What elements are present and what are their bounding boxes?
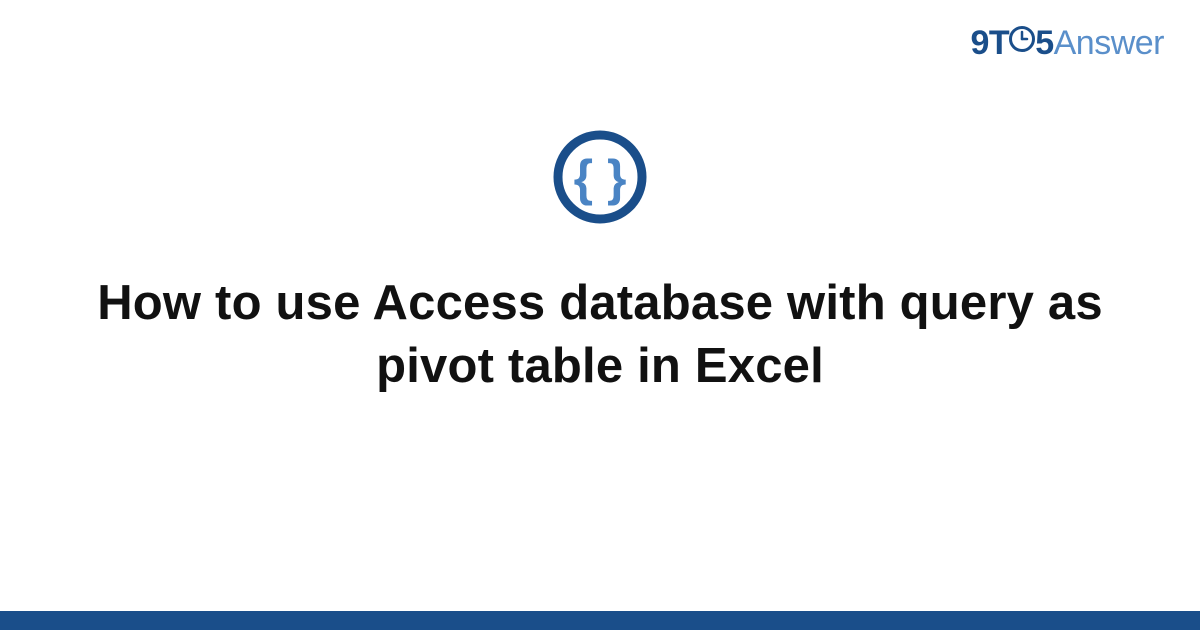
page-title: How to use Access database with query as… xyxy=(60,272,1140,397)
clock-icon xyxy=(1008,23,1036,62)
svg-text:{ }: { } xyxy=(574,150,627,206)
code-braces-icon: { } xyxy=(551,128,649,226)
logo-text-5: 5 xyxy=(1035,24,1053,62)
logo-text-answer: Answer xyxy=(1054,24,1164,62)
site-logo: 9T 5Answer xyxy=(971,24,1164,65)
logo-text-9t: 9T xyxy=(971,24,1010,62)
footer-bar xyxy=(0,611,1200,630)
